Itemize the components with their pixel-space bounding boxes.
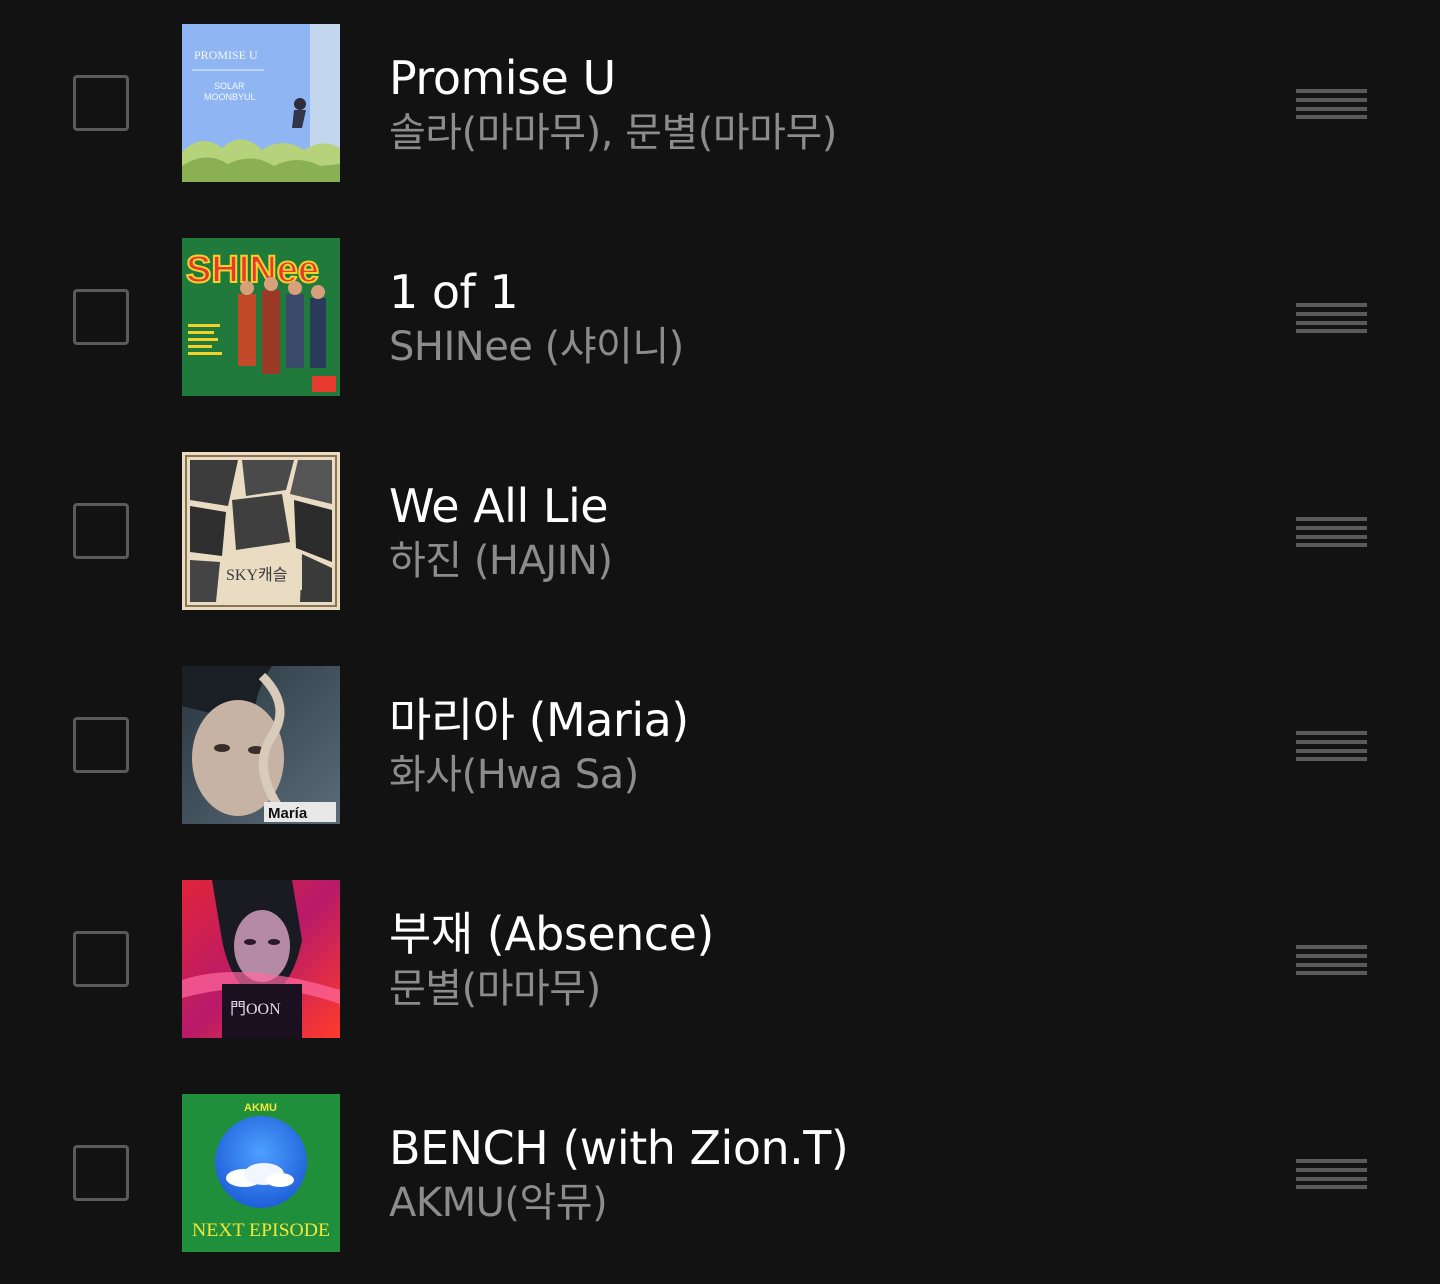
drag-handle-icon[interactable] bbox=[1296, 945, 1367, 975]
track-row[interactable]: SKY캐슬 We All Lie 하진 (HAJIN) bbox=[0, 428, 1440, 642]
cover-label: María bbox=[268, 805, 308, 822]
track-artist: 솔라(마마무), 문별(마마무) bbox=[389, 110, 837, 156]
album-cover-image: PROMISE U SOLAR MOONBYUL bbox=[182, 24, 340, 182]
album-cover-image: AKMU NEXT EPISODE bbox=[182, 1094, 340, 1252]
track-row[interactable]: 門OON 부재 (Absence) 문별(마마무) bbox=[0, 856, 1440, 1070]
track-row[interactable]: María 마리아 (Maria) 화사(Hwa Sa) bbox=[0, 642, 1440, 856]
album-art-we-all-lie[interactable]: SKY캐슬 bbox=[182, 452, 340, 610]
track-title: 부재 (Absence) bbox=[389, 907, 714, 961]
drag-handle-icon[interactable] bbox=[1296, 731, 1367, 761]
track-row[interactable]: SHINee 1 of 1 SHINee (샤이니) bbox=[0, 214, 1440, 428]
album-cover-image: SKY캐슬 bbox=[182, 452, 340, 610]
cover-sublabel: SOLAR bbox=[214, 81, 245, 91]
track-title: 마리아 (Maria) bbox=[389, 693, 689, 747]
track-row[interactable]: AKMU NEXT EPISODE BENCH (with Zion.T) AK… bbox=[0, 1070, 1440, 1284]
track-title: 1 of 1 bbox=[389, 265, 519, 319]
cover-label: 門OON bbox=[230, 1001, 281, 1018]
track-artist: 하진 (HAJIN) bbox=[389, 538, 613, 584]
cover-label: SKY캐슬 bbox=[226, 566, 287, 584]
drag-handle-icon[interactable] bbox=[1296, 1159, 1367, 1189]
track-artist: SHINee (샤이니) bbox=[389, 324, 684, 370]
track-select-checkbox[interactable] bbox=[73, 931, 129, 987]
track-artist: 화사(Hwa Sa) bbox=[389, 752, 639, 798]
track-title: Promise U bbox=[389, 51, 616, 105]
track-list: PROMISE U SOLAR MOONBYUL Promise U 솔라(마마… bbox=[0, 0, 1440, 1279]
track-title: We All Lie bbox=[389, 479, 609, 533]
track-select-checkbox[interactable] bbox=[73, 1145, 129, 1201]
album-art-maria[interactable]: María bbox=[182, 666, 340, 824]
drag-handle-icon[interactable] bbox=[1296, 517, 1367, 547]
track-select-checkbox[interactable] bbox=[73, 75, 129, 131]
drag-handle-icon[interactable] bbox=[1296, 89, 1367, 119]
track-title: BENCH (with Zion.T) bbox=[389, 1121, 849, 1175]
track-artist: 문별(마마무) bbox=[389, 966, 601, 1012]
track-select-checkbox[interactable] bbox=[73, 289, 129, 345]
album-cover-image: SHINee bbox=[182, 238, 340, 396]
cover-sublabel: MOONBYUL bbox=[204, 92, 256, 102]
cover-label: PROMISE U bbox=[194, 48, 258, 62]
album-art-promise-u[interactable]: PROMISE U SOLAR MOONBYUL bbox=[182, 24, 340, 182]
album-cover-image: María bbox=[182, 666, 340, 824]
cover-label: AKMU bbox=[244, 1102, 277, 1114]
track-select-checkbox[interactable] bbox=[73, 717, 129, 773]
album-art-1-of-1[interactable]: SHINee bbox=[182, 238, 340, 396]
track-row[interactable]: PROMISE U SOLAR MOONBYUL Promise U 솔라(마마… bbox=[0, 0, 1440, 214]
track-artist: AKMU(악뮤) bbox=[389, 1180, 608, 1226]
cover-sublabel: NEXT EPISODE bbox=[192, 1220, 330, 1241]
album-art-bench[interactable]: AKMU NEXT EPISODE bbox=[182, 1094, 340, 1252]
album-cover-image: 門OON bbox=[182, 880, 340, 1038]
album-art-absence[interactable]: 門OON bbox=[182, 880, 340, 1038]
drag-handle-icon[interactable] bbox=[1296, 303, 1367, 333]
track-select-checkbox[interactable] bbox=[73, 503, 129, 559]
